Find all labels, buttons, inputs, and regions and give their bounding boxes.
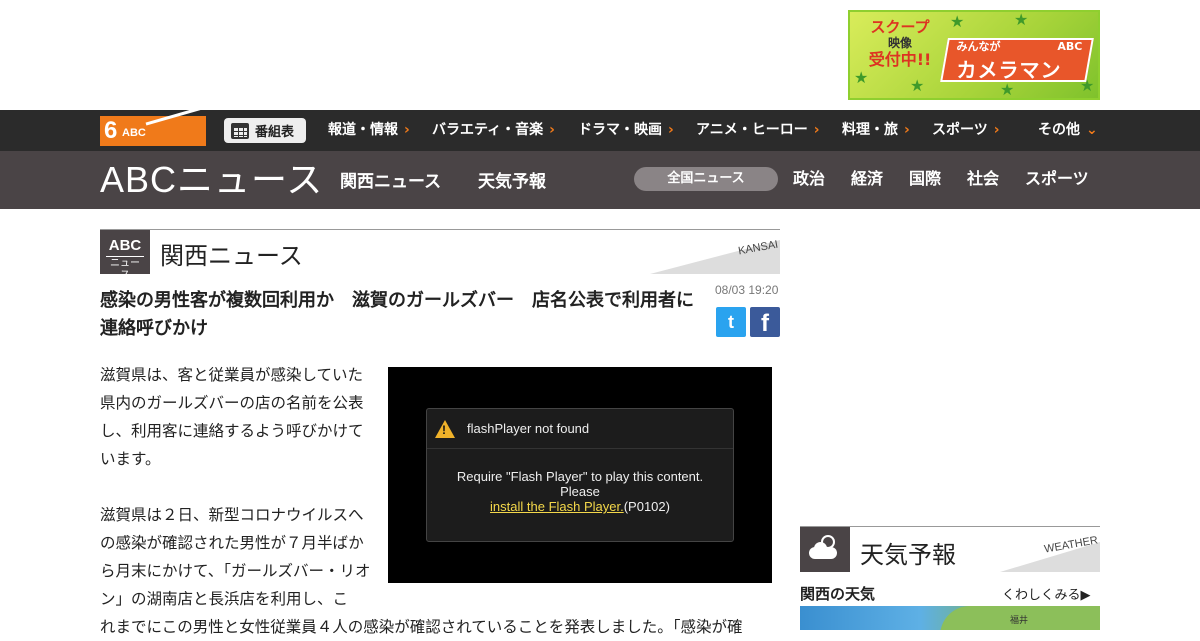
badge-abc: ABC bbox=[108, 237, 142, 254]
install-flash-link[interactable]: install the Flash Player. bbox=[490, 499, 624, 514]
abc-news-bar: ABCニュース 関西ニュース 天気予報 全国ニュース 政治 経済 国際 社会 ス… bbox=[0, 151, 1200, 209]
kansai-weather-heading: 関西の天気 bbox=[800, 585, 876, 603]
ad-left-text: スクープ 映像 受付中!! bbox=[860, 18, 940, 70]
calendar-icon bbox=[231, 122, 249, 139]
chevron-right-icon: › bbox=[404, 122, 410, 138]
abc-6-logo[interactable]: 6 ABC bbox=[100, 107, 206, 146]
logo-abc: ABC bbox=[122, 127, 146, 139]
article-headline: 感染の男性客が複数回利用か 滋賀のガールズバー 店名公表で利用者に連絡呼びかけ bbox=[100, 290, 694, 339]
partly-cloudy-icon bbox=[809, 535, 841, 559]
nav-item-news[interactable]: 報道・情報 › bbox=[328, 110, 410, 151]
category-society[interactable]: 社会 bbox=[967, 151, 999, 209]
star-icon: ★ bbox=[854, 68, 869, 87]
ad-abc-text: ABC bbox=[1057, 40, 1083, 53]
nav-item-cooking[interactable]: 料理・旅 › bbox=[842, 110, 910, 151]
ad-video-text: 映像 bbox=[887, 36, 912, 50]
ad-scoop-text: スクープ bbox=[870, 18, 930, 36]
section-header: ABC ニュース 関西ニュース KANSAI bbox=[100, 229, 780, 274]
dialog-line-require: Require "Flash Player" to play this cont… bbox=[456, 469, 704, 484]
flash-error-dialog: flashPlayer not found Require "Flash Pla… bbox=[426, 408, 734, 542]
nav-item-anime[interactable]: アニメ・ヒーロー › bbox=[696, 110, 820, 151]
nav-item-label: 料理・旅 bbox=[842, 122, 898, 138]
article-paragraph-continued: れまでにこの男性と女性従業員４人の感染が確認されていることを発表しました。「感染… bbox=[100, 618, 743, 636]
dialog-line-please: Please bbox=[560, 484, 600, 499]
chevron-right-icon: › bbox=[668, 122, 674, 138]
kansai-news-link[interactable]: 関西ニュース bbox=[340, 151, 441, 209]
nav-item-variety[interactable]: バラエティ・音楽 › bbox=[432, 110, 555, 151]
article-date: 08/03 19:20 bbox=[715, 283, 779, 297]
article-paragraph: 滋賀県は２日、新型コロナウイルスへの感染が確認された男性が７月半ばから月末にかけ… bbox=[100, 506, 371, 608]
star-icon: ★ bbox=[1014, 10, 1029, 29]
error-code: (P0102) bbox=[623, 499, 670, 514]
logo-six: 6 bbox=[104, 117, 118, 144]
national-news-tab[interactable]: 全国ニュース bbox=[634, 167, 778, 191]
program-guide-label: 番組表 bbox=[255, 125, 295, 140]
nav-item-label: その他 bbox=[1038, 122, 1080, 138]
category-sports[interactable]: スポーツ bbox=[1025, 151, 1089, 209]
chevron-right-icon: › bbox=[813, 122, 820, 138]
nav-item-other[interactable]: その他 ⌄ bbox=[1038, 110, 1098, 151]
dialog-body: Require "Flash Player" to play this cont… bbox=[427, 469, 733, 514]
chevron-down-icon: ⌄ bbox=[1086, 122, 1098, 138]
star-icon: ★ bbox=[950, 12, 965, 31]
abc-news-badge: ABC ニュース bbox=[100, 230, 150, 274]
ad-area: ★ ★ ★ ★ ★ ★ スクープ 映像 受付中!! みんなが ABC カメラマン bbox=[0, 0, 1200, 110]
nav-item-label: アニメ・ヒーロー bbox=[696, 122, 808, 138]
top-navigation: 6 ABC 番組表 報道・情報 › バラエティ・音楽 › ドラマ・映画 › アニメ・ヒ… bbox=[0, 107, 1200, 151]
category-international[interactable]: 国際 bbox=[909, 151, 941, 209]
video-player[interactable]: flashPlayer not found Require "Flash Pla… bbox=[388, 367, 772, 583]
dialog-header: flashPlayer not found bbox=[427, 409, 733, 449]
facebook-icon: f bbox=[761, 310, 769, 337]
nav-item-label: スポーツ bbox=[932, 122, 988, 138]
ad-accepting-text: 受付中!! bbox=[868, 50, 932, 69]
star-icon: ★ bbox=[910, 76, 925, 95]
abc-news-logo[interactable]: ABCニュース bbox=[100, 159, 323, 201]
nav-item-sports[interactable]: スポーツ › bbox=[932, 110, 1000, 151]
nav-item-label: ドラマ・映画 bbox=[578, 122, 662, 138]
warning-icon bbox=[435, 419, 455, 438]
nav-item-label: 報道・情報 bbox=[328, 122, 398, 138]
category-politics[interactable]: 政治 bbox=[793, 151, 825, 209]
camera-man-ad-banner[interactable]: ★ ★ ★ ★ ★ ★ スクープ 映像 受付中!! みんなが ABC カメラマン bbox=[848, 10, 1100, 100]
program-guide-button[interactable]: 番組表 bbox=[224, 118, 306, 143]
weather-section-header: 天気予報 WEATHER bbox=[800, 526, 1100, 572]
map-city-label: 福井 bbox=[1010, 616, 1029, 626]
ad-cameraman-logo: みんなが ABC カメラマン bbox=[940, 38, 1094, 82]
weather-badge bbox=[800, 527, 850, 572]
dialog-install-row: install the Flash Player.(P0102) bbox=[427, 499, 733, 514]
dialog-title: flashPlayer not found bbox=[467, 421, 590, 436]
weather-more-link[interactable]: くわしくみる▶ bbox=[1002, 584, 1091, 603]
chevron-right-icon: › bbox=[549, 122, 555, 138]
twitter-icon: t bbox=[728, 312, 734, 332]
twitter-share-button[interactable]: t bbox=[716, 307, 746, 337]
badge-news: ニュース bbox=[106, 256, 144, 274]
article-paragraph: 滋賀県は、客と従業員が感染していた県内のガールズバーの店の名前を公表し、利用客に… bbox=[100, 366, 364, 468]
star-icon: ★ bbox=[1000, 80, 1015, 99]
ad-cameraman-text: カメラマン bbox=[956, 58, 1062, 82]
ad-minna-text: みんなが bbox=[956, 40, 1001, 53]
weather-title: 天気予報 bbox=[860, 541, 956, 569]
nav-item-label: バラエティ・音楽 bbox=[432, 122, 544, 138]
logo-swoosh bbox=[145, 107, 204, 138]
chevron-right-icon: › bbox=[904, 122, 910, 138]
section-title: 関西ニュース bbox=[160, 242, 303, 270]
nav-item-drama[interactable]: ドラマ・映画 › bbox=[578, 110, 674, 151]
category-economy[interactable]: 経済 bbox=[851, 151, 883, 209]
weather-map[interactable]: 福井 bbox=[800, 606, 1100, 630]
chevron-right-icon: › bbox=[993, 122, 1000, 138]
facebook-share-button[interactable]: f bbox=[750, 307, 780, 337]
article-body: 滋賀県は、客と従業員が感染していた県内のガールズバーの店の名前を公表し、利用客に… bbox=[100, 361, 374, 641]
weather-link[interactable]: 天気予報 bbox=[478, 151, 546, 209]
